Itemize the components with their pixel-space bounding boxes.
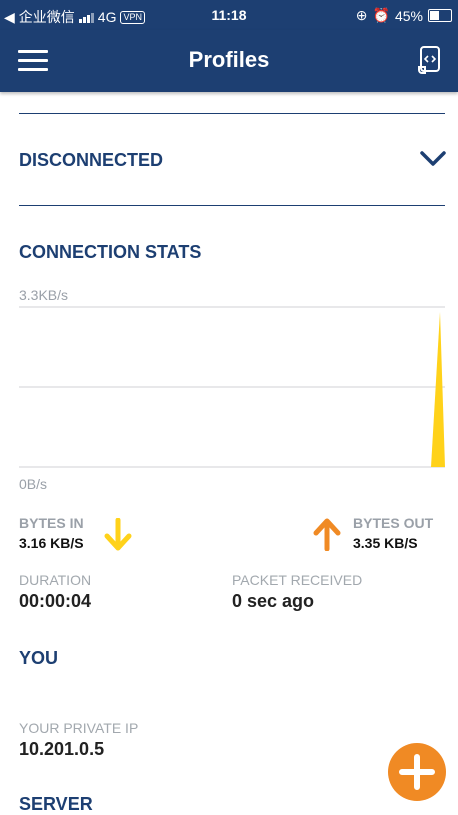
arrow-down-icon (104, 518, 132, 551)
app-header: Profiles (0, 30, 458, 92)
chart-min-label: 0B/s (19, 476, 48, 492)
alarm-icon: ⏰ (372, 7, 390, 23)
connection-status[interactable]: DISCONNECTED (19, 150, 163, 171)
bytes-out-label: BYTES OUT (353, 515, 434, 531)
you-title: YOU (19, 648, 59, 668)
server-title: SERVER (19, 794, 93, 814)
packet-received-label: PACKET RECEIVED (232, 572, 363, 588)
battery-icon (428, 9, 452, 22)
packet-received-value: 0 sec ago (232, 591, 315, 611)
private-ip-label: YOUR PRIVATE IP (19, 720, 139, 736)
arrow-up-icon (313, 518, 341, 551)
private-ip-value: 10.201.0.5 (19, 739, 105, 759)
bytes-out-value: 3.35 KB/S (353, 535, 418, 551)
page-title: Profiles (188, 47, 270, 72)
add-profile-button[interactable] (388, 743, 446, 801)
bytes-in-label: BYTES IN (19, 515, 84, 531)
log-icon[interactable] (415, 45, 445, 75)
battery-percent: 45% (394, 7, 423, 24)
orientation-lock-icon: ⊕ (355, 7, 368, 23)
status-bar: ◀ 企业微信 4G VPN 11:18 ⊕ ⏰ 45% (0, 0, 458, 30)
duration-label: DURATION (19, 572, 92, 588)
status-right: ⊕ ⏰ 45% (356, 7, 452, 24)
duration-value: 00:00:04 (19, 591, 92, 611)
divider-bottom (19, 205, 445, 206)
traffic-spike (431, 312, 445, 467)
divider-top (19, 113, 445, 114)
chevron-down-icon[interactable] (420, 150, 446, 168)
bytes-in-value: 3.16 KB/S (19, 535, 84, 551)
connection-stats-title: CONNECTION STATS (19, 242, 202, 262)
traffic-chart (19, 306, 445, 468)
plus-icon (399, 754, 435, 790)
chart-max-label: 3.3KB/s (19, 287, 69, 303)
